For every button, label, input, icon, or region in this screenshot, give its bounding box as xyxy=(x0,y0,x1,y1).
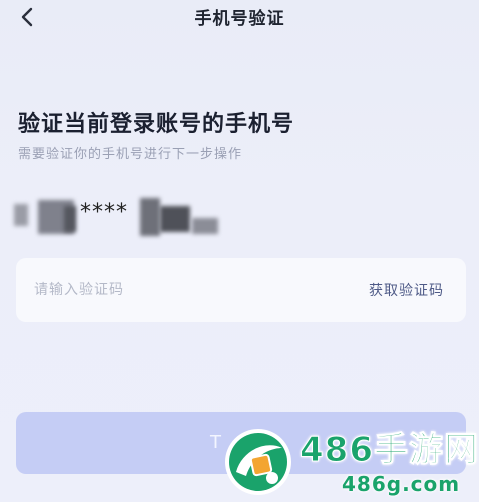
phone-blur-mosaic xyxy=(192,218,218,234)
phone-blur-mosaic xyxy=(14,204,28,226)
submit-button-label: T xyxy=(210,432,221,453)
watermark-domain: 486g.com xyxy=(342,472,461,496)
masked-phone-number: **** xyxy=(14,196,224,242)
verification-code-card: 获取验证码 xyxy=(16,258,466,322)
phone-blur-mosaic xyxy=(64,206,76,232)
site-watermark: 486手游网 486g.com xyxy=(222,426,479,502)
phone-masked-digits: **** xyxy=(80,200,128,225)
page-title: 手机号验证 xyxy=(194,9,285,29)
watermark-site-name: 486手游网 xyxy=(300,430,479,471)
verification-code-input[interactable] xyxy=(34,276,294,304)
phone-blur-mosaic xyxy=(160,206,190,232)
top-bar: 手机号验证 xyxy=(0,0,479,36)
phone-blur-mosaic xyxy=(140,198,160,236)
get-code-button[interactable]: 获取验证码 xyxy=(369,280,444,300)
verify-subheading: 需要验证你的手机号进行下一步操作 xyxy=(18,147,243,162)
watermark-logo-icon xyxy=(225,429,291,495)
verify-heading: 验证当前登录账号的手机号 xyxy=(18,112,295,137)
